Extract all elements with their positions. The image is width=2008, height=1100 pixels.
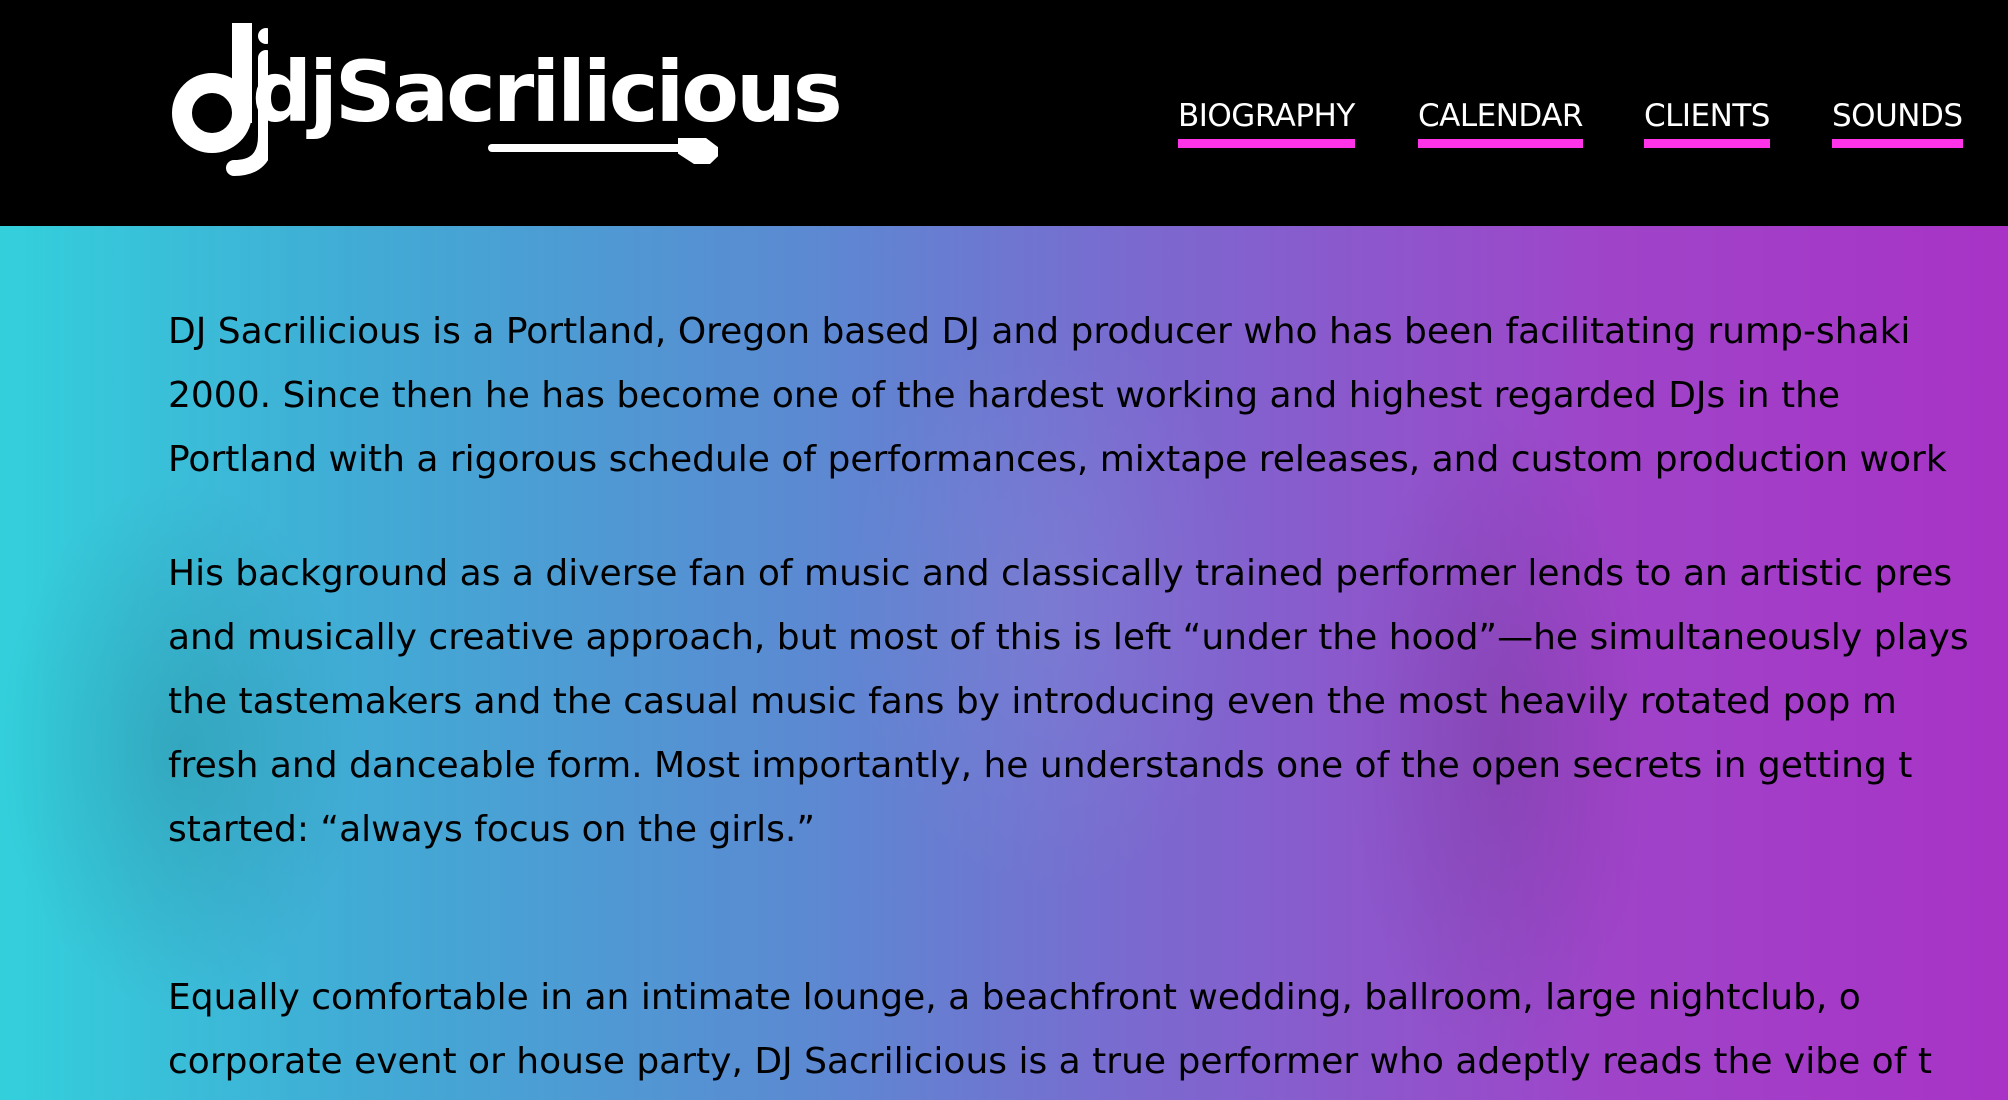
text-line: Portland with a rigorous schedule of per… (168, 439, 1947, 480)
main-nav: BIOGRAPHY CALENDAR CLIENTS SOUNDS (0, 98, 2008, 158)
nav-calendar[interactable]: CALENDAR (1418, 98, 1583, 149)
text-line: and musically creative approach, but mos… (168, 617, 1969, 658)
text-line: started: “always focus on the girls.” (168, 809, 815, 850)
nav-clients[interactable]: CLIENTS (1644, 98, 1770, 149)
text-line: 2000. Since then he has become one of th… (168, 375, 1841, 416)
text-line: Equally comfortable in an intimate loung… (168, 977, 1861, 1018)
text-line: His background as a diverse fan of music… (168, 553, 1953, 594)
text-line: corporate event or house party, DJ Sacri… (168, 1041, 1932, 1082)
text-line: the tastemakers and the casual music fan… (168, 681, 1897, 722)
bio-paragraph-1: DJ Sacrilicious is a Portland, Oregon ba… (168, 300, 2008, 492)
text-line: DJ Sacrilicious is a Portland, Oregon ba… (168, 311, 1911, 352)
text-line: fresh and danceable form. Most important… (168, 745, 1913, 786)
biography-content: DJ Sacrilicious is a Portland, Oregon ba… (0, 226, 2008, 1100)
bio-paragraph-3: Equally comfortable in an intimate loung… (168, 966, 2008, 1094)
nav-sounds[interactable]: SOUNDS (1832, 98, 1963, 149)
bio-paragraph-2: His background as a diverse fan of music… (168, 542, 2008, 862)
site-header: djSacrilicious BIOGRAPHY CALENDAR CLIENT… (0, 0, 2008, 226)
nav-biography[interactable]: BIOGRAPHY (1178, 98, 1355, 149)
